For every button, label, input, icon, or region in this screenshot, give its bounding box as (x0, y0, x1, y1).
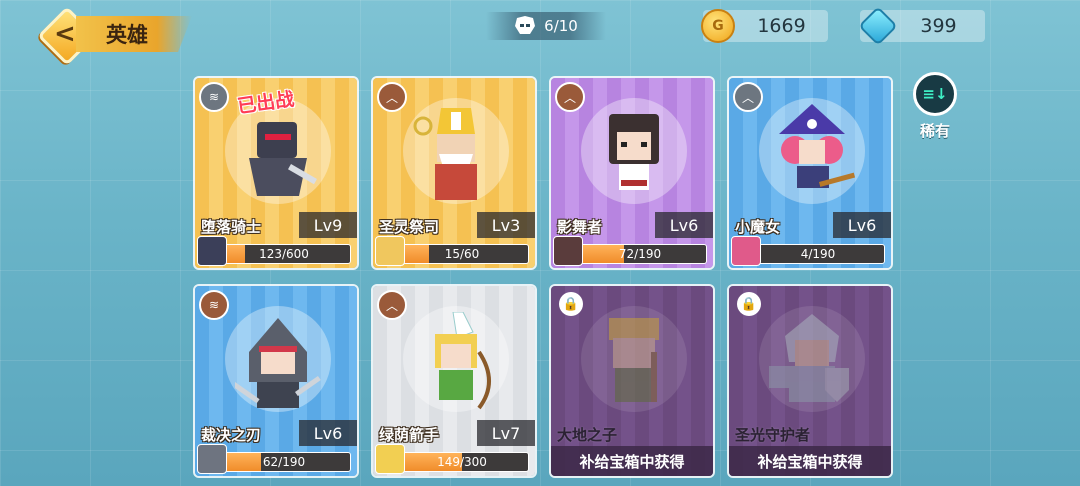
hero-name: 堕落骑士 (201, 218, 262, 236)
coin-amount: 1669 (757, 15, 806, 37)
chevron-left-icon: < (54, 19, 76, 49)
gem-icon (858, 6, 898, 46)
hero-card-fallen-knight[interactable]: ≋ 已出战 堕落骑士 Lv9 123/600 (193, 76, 359, 270)
hero-name: 影舞者 (557, 218, 603, 236)
hero-portrait (413, 108, 477, 200)
hero-level: Lv9 (299, 212, 357, 238)
hero-portrait (609, 114, 659, 190)
gem-counter: 399 (858, 6, 985, 46)
hero-portrait (249, 122, 317, 196)
page-title-text: 英雄 (106, 23, 148, 47)
hero-level: Lv6 (655, 212, 713, 238)
hero-count-text: 6/10 (544, 17, 578, 35)
shard-progress-bar: 72/190 (573, 244, 707, 264)
hero-avatar-icon (731, 236, 761, 266)
hero-card-little-witch[interactable]: ︿ 小魔女 Lv6 4/190 (727, 76, 893, 270)
coin-icon: G (701, 9, 735, 43)
rank-badge-icon: ︿ (733, 82, 763, 112)
lock-icon: 🔒 (737, 292, 761, 316)
helmet-icon (515, 16, 536, 34)
sort-icon: ≡↓ (913, 72, 957, 116)
rank-badge-icon: ≋ (199, 82, 229, 112)
rarity-filter-button[interactable]: ≡↓ 稀有 (912, 72, 958, 141)
rank-badge-icon: ︿ (377, 82, 407, 112)
progress-text: 62/190 (262, 455, 306, 469)
hero-card-earth-son[interactable]: 🔒 大地之子 补给宝箱中获得 (549, 284, 715, 478)
header: < 英雄 (37, 6, 192, 66)
shard-progress-bar: 123/600 (217, 244, 351, 264)
hero-portrait (435, 312, 491, 410)
progress-text: 4/190 (800, 247, 836, 261)
shard-progress-bar: 149/300 (395, 452, 529, 472)
rarity-filter-label: 稀有 (919, 122, 950, 140)
coin-symbol: G (712, 18, 724, 34)
lock-icon: 🔒 (559, 292, 583, 316)
rank-badge-icon: ≋ (199, 290, 229, 320)
shard-progress-bar: 62/190 (217, 452, 351, 472)
hero-level: Lv6 (299, 420, 357, 446)
hero-name: 圣灵祭司 (379, 218, 440, 236)
hero-card-holy-priest[interactable]: ︿ 圣灵祭司 Lv3 15/60 (371, 76, 537, 270)
shard-progress-bar: 4/190 (751, 244, 885, 264)
hero-avatar-icon (375, 444, 405, 474)
hero-portrait (779, 104, 855, 188)
hero-count-indicator: 6/10 (486, 12, 606, 40)
hero-card-shadow-dancer[interactable]: ︿ 影舞者 Lv6 72/190 (549, 76, 715, 270)
hero-avatar-icon (197, 236, 227, 266)
progress-text: 15/60 (444, 247, 480, 261)
hero-card-judgment-blade[interactable]: ≋ 裁决之刃 Lv6 62/190 (193, 284, 359, 478)
shard-progress-bar: 15/60 (395, 244, 529, 264)
hero-card-green-archer[interactable]: ︿ 绿荫箭手 Lv7 149/300 (371, 284, 537, 478)
hero-card-holy-guardian[interactable]: 🔒 圣光守护者 补给宝箱中获得 (727, 284, 893, 478)
hero-name: 绿荫箭手 (379, 426, 440, 444)
hero-avatar-icon (197, 444, 227, 474)
hero-level: Lv6 (833, 212, 891, 238)
progress-text: 123/600 (259, 247, 309, 261)
obtain-hint: 补给宝箱中获得 (551, 446, 713, 476)
progress-text: 149/300 (437, 455, 487, 469)
rank-badge-icon: ︿ (377, 290, 407, 320)
rank-badge-icon: ︿ (555, 82, 585, 112)
progress-text: 72/190 (618, 247, 662, 261)
hero-name: 大地之子 (557, 426, 618, 444)
hero-portrait (609, 318, 659, 402)
page-title: 英雄 (76, 16, 192, 52)
hero-avatar-icon (553, 236, 583, 266)
hero-name: 圣光守护者 (735, 426, 811, 444)
gem-amount: 399 (920, 15, 957, 37)
hero-level: Lv7 (477, 420, 535, 446)
hero-portrait (769, 314, 849, 402)
coin-counter: G 1669 (701, 9, 828, 43)
hero-level: Lv3 (477, 212, 535, 238)
hero-name: 小魔女 (735, 218, 781, 236)
obtain-hint: 补给宝箱中获得 (729, 446, 891, 476)
hero-name: 裁决之刃 (201, 426, 262, 444)
hero-avatar-icon (375, 236, 405, 266)
hero-portrait (235, 318, 321, 408)
